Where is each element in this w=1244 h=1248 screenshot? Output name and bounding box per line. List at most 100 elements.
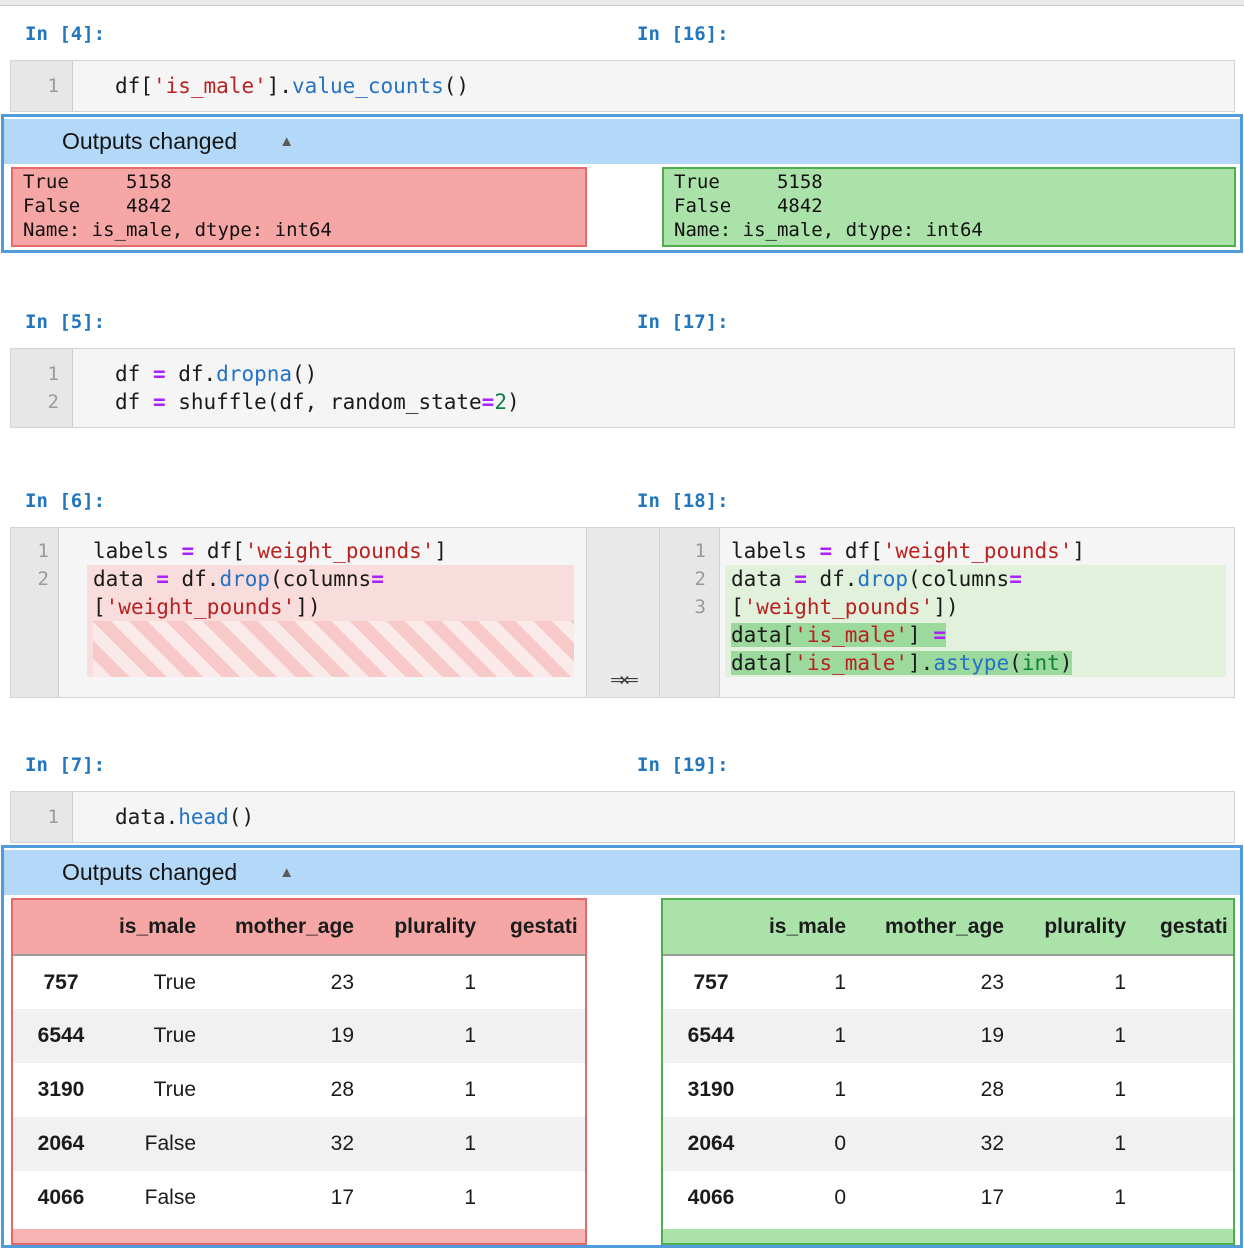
cell-value: True: [108, 955, 218, 1009]
code-content: df = df.dropna()df = shuffle(df, random_…: [73, 349, 1234, 427]
diff-section-4: In [7]: In [19]: 1 data.head() Outputs c…: [0, 752, 1244, 1248]
outputs-changed-label: Outputs changed: [62, 128, 237, 155]
table-row: 40660171: [663, 1171, 1233, 1225]
cell-value: [1148, 955, 1233, 1009]
cell-value: [498, 955, 585, 1009]
prompt-row: In [5]: In [17]:: [0, 309, 1244, 335]
dataframe-table: is_malemother_agepluralitygestati 757123…: [663, 900, 1233, 1225]
cell-value: 0: [758, 1117, 868, 1171]
row-index: 757: [13, 955, 108, 1009]
collapse-triangle-icon[interactable]: ▲: [279, 864, 294, 881]
outputs-changed-header[interactable]: Outputs changed ▲: [4, 850, 1240, 895]
collapse-triangle-icon[interactable]: ▲: [279, 133, 294, 150]
table-row: 2064False321: [13, 1117, 585, 1171]
code-cell-shared: 1 df['is_male'].value_counts(): [10, 60, 1235, 112]
column-header: gestati: [1148, 900, 1233, 955]
cell-value: [498, 1117, 585, 1171]
cell-value: 1: [376, 1009, 498, 1063]
cell-value: 1: [758, 1063, 868, 1117]
outputs-changed-panel: Outputs changed ▲ True 5158 False 4842 N…: [1, 114, 1243, 253]
code-content: data.head(): [73, 792, 1234, 842]
input-prompt-before: In [5]:: [25, 309, 105, 335]
input-prompt-before: In [6]:: [25, 488, 105, 514]
input-prompt-after: In [16]:: [637, 21, 729, 47]
code-cell-shared: 12 df = df.dropna()df = shuffle(df, rand…: [10, 348, 1235, 428]
cell-value: 19: [218, 1009, 376, 1063]
cell-value: False: [108, 1117, 218, 1171]
cell-value: [1148, 1063, 1233, 1117]
table-row: 65441191: [663, 1009, 1233, 1063]
row-index: 4066: [13, 1171, 108, 1225]
output-before: True 5158 False 4842 Name: is_male, dtyp…: [11, 167, 587, 247]
row-index: 3190: [663, 1063, 758, 1117]
previous-cell-edge: [0, 0, 1244, 6]
input-prompt-after: In [19]:: [637, 752, 729, 778]
cell-value: [498, 1171, 585, 1225]
column-header: [663, 900, 758, 955]
outputs-changed-label: Outputs changed: [62, 859, 237, 886]
input-prompt-before: In [7]:: [25, 752, 105, 778]
outputs-changed-header[interactable]: Outputs changed ▲: [4, 119, 1240, 164]
line-numbers: 1: [11, 792, 73, 842]
cell-value: 32: [218, 1117, 376, 1171]
table-header-row: is_malemother_agepluralitygestati: [663, 900, 1233, 955]
cell-value: 19: [868, 1009, 1026, 1063]
cell-value: [498, 1009, 585, 1063]
cell-value: True: [108, 1063, 218, 1117]
cell-value: 1: [758, 1009, 868, 1063]
cell-value: 0: [758, 1171, 868, 1225]
code-content: df['is_male'].value_counts(): [73, 61, 1234, 111]
cell-value: 1: [1026, 1117, 1148, 1171]
line-numbers: 1: [11, 61, 73, 111]
dataframe-compare-row: is_malemother_agepluralitygestati 757Tru…: [4, 895, 1240, 1245]
table-continuation: [13, 1229, 585, 1243]
table-row: 3190True281: [13, 1063, 585, 1117]
cell-value: False: [108, 1171, 218, 1225]
collapse-columns-icon[interactable]: ⇒⇐: [610, 669, 636, 691]
column-header: mother_age: [868, 900, 1026, 955]
cell-value: 17: [218, 1171, 376, 1225]
line-numbers: 12: [11, 528, 59, 697]
outputs-changed-panel: Outputs changed ▲ is_malemother_ageplura…: [1, 845, 1243, 1248]
diff-section-2: In [5]: In [17]: 12 df = df.dropna()df =…: [0, 309, 1244, 428]
dataframe-table: is_malemother_agepluralitygestati 757Tru…: [13, 900, 585, 1225]
column-header: is_male: [758, 900, 868, 955]
table-continuation: [663, 1229, 1233, 1243]
cell-value: 23: [868, 955, 1026, 1009]
table-row: 6544True191: [13, 1009, 585, 1063]
cell-value: [1148, 1117, 1233, 1171]
column-header: gestati: [498, 900, 585, 955]
code-content: labels = df['weight_pounds']data = df.dr…: [720, 528, 1234, 697]
cell-value: 1: [758, 955, 868, 1009]
column-header: is_male: [108, 900, 218, 955]
code-diff-row: 12 labels = df['weight_pounds']data = df…: [10, 527, 1235, 698]
code-cell-after: 123 labels = df['weight_pounds']data = d…: [659, 527, 1235, 698]
input-prompt-after: In [18]:: [637, 488, 729, 514]
cell-value: [1148, 1171, 1233, 1225]
cell-value: 1: [376, 1063, 498, 1117]
outputs-compare-row: True 5158 False 4842 Name: is_male, dtyp…: [4, 164, 1240, 250]
row-index: 6544: [13, 1009, 108, 1063]
table-header-row: is_malemother_agepluralitygestati: [13, 900, 585, 955]
row-index: 2064: [13, 1117, 108, 1171]
code-cell-shared: 1 data.head(): [10, 791, 1235, 843]
code-content: labels = df['weight_pounds']data = df.dr…: [59, 528, 586, 697]
code-cell-before: 12 labels = df['weight_pounds']data = df…: [10, 527, 587, 698]
row-index: 757: [663, 955, 758, 1009]
row-index: 6544: [663, 1009, 758, 1063]
table-row: 20640321: [663, 1117, 1233, 1171]
cell-value: 17: [868, 1171, 1026, 1225]
line-numbers: 12: [11, 349, 73, 427]
table-row: 757True231: [13, 955, 585, 1009]
prompt-row: In [4]: In [16]:: [0, 21, 1244, 47]
diff-section-3: In [6]: In [18]: 12 labels = df['weight_…: [0, 488, 1244, 698]
input-prompt-after: In [17]:: [637, 309, 729, 335]
merge-divider: ⇒⇐: [587, 527, 659, 698]
cell-value: 23: [218, 955, 376, 1009]
column-header: plurality: [1026, 900, 1148, 955]
column-header: plurality: [376, 900, 498, 955]
cell-value: 1: [1026, 955, 1148, 1009]
diff-section-1: In [4]: In [16]: 1 df['is_male'].value_c…: [0, 21, 1244, 253]
dataframe-before: is_malemother_agepluralitygestati 757Tru…: [11, 898, 587, 1245]
cell-value: [1148, 1009, 1233, 1063]
